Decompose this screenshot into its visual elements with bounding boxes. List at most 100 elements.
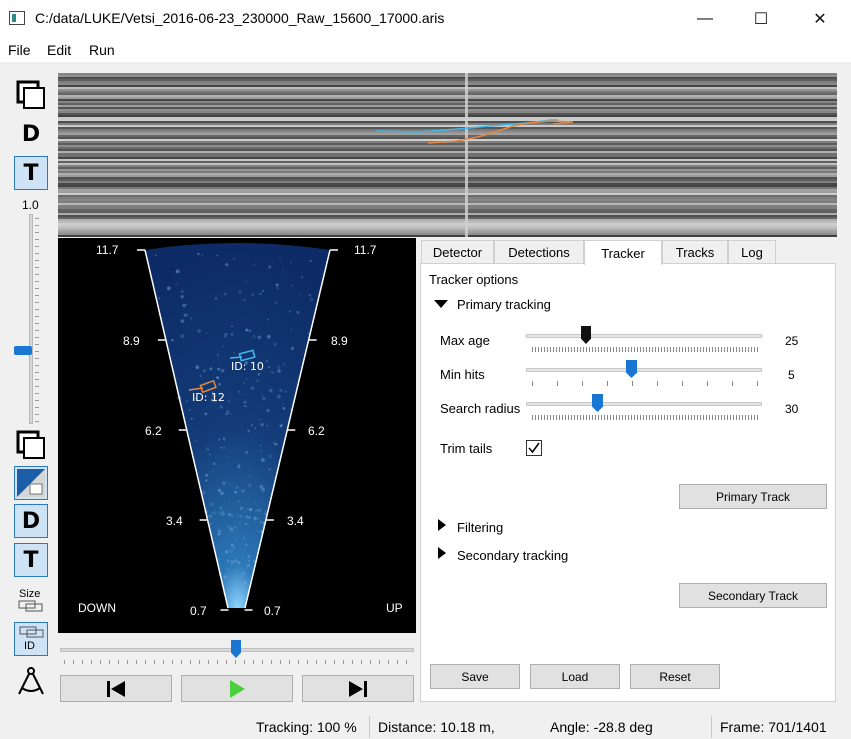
slider-tick [562,347,563,352]
slider-tick [334,660,335,664]
echogram-view[interactable] [58,73,837,237]
sonar-speckle [249,467,251,470]
slider-tick [559,347,560,352]
zoom-slider[interactable] [29,214,33,424]
sonar-speckle [233,257,235,260]
echogram-streak [58,209,837,211]
filtering-toggle[interactable] [438,519,446,531]
sonar-speckle [222,481,226,485]
detections-show-button[interactable]: D [14,504,48,538]
zoom-slider-handle[interactable] [14,346,32,355]
measure-tool-button[interactable] [14,664,48,698]
menu-edit[interactable]: Edit [47,42,71,58]
sonar-speckle [237,597,240,600]
max-age-label: Max age [440,333,490,348]
primary-track-button[interactable]: Primary Track [679,484,827,509]
slider-tick [667,415,668,420]
sonar-speckle [244,511,247,513]
slider-tick [688,415,689,420]
close-icon: ✕ [813,11,827,28]
sonar-speckle [252,559,256,563]
slider-tick [619,347,620,352]
slider-tick [679,347,680,352]
slider-tick [739,415,740,420]
next-frame-button[interactable] [302,675,414,702]
tracking-toggle-button[interactable]: T [14,156,48,190]
sonar-speckle [185,399,189,402]
menu-file[interactable]: File [8,42,31,58]
echogram-streak [58,205,837,207]
slider-tick [667,347,668,352]
slider-tick [35,351,39,352]
tab-log[interactable]: Log [728,240,776,264]
background-toggle-button[interactable] [14,78,48,112]
secondary-track-button[interactable]: Secondary Track [679,583,827,608]
close-button[interactable]: ✕ [797,0,843,38]
slider-tick [35,246,39,247]
slider-tick [571,347,572,352]
status-divider [369,716,370,738]
trim-tails-checkbox[interactable] [526,440,542,456]
max-age-slider[interactable] [526,334,762,338]
slider-tick [538,347,539,352]
load-button[interactable]: Load [530,664,620,689]
id-toggle-button[interactable]: ID [14,622,48,656]
echogram-streak [58,99,837,101]
sonar-speckle [180,334,184,338]
echogram-streak [58,127,837,129]
sonar-view[interactable]: ID: 10 ID: 12 11.7 8.9 6.2 3.4 0.7 11.7 … [58,238,416,633]
size-toggle-button[interactable]: Size [14,586,48,616]
sonar-speckle [256,379,259,382]
min-hits-slider[interactable] [526,368,762,372]
search-radius-slider[interactable] [526,402,762,406]
echogram-frame-marker[interactable] [465,73,468,237]
secondary-tracking-header[interactable]: Secondary tracking [457,548,568,563]
tab-tracker[interactable]: Tracker [584,240,662,265]
play-icon [230,679,245,698]
slider-tick [697,415,698,420]
slider-tick [625,415,626,420]
slider-tick [577,415,578,420]
sonar-speckle [255,521,257,523]
sonar-speckle [243,298,247,302]
sonar-speckle [228,392,230,394]
maximize-button[interactable]: ☐ [738,0,784,38]
tab-tracks[interactable]: Tracks [662,240,728,264]
primary-tracking-toggle[interactable] [434,300,448,308]
slider-tick [35,295,39,296]
sonar-speckle [267,366,271,369]
secondary-tracking-toggle[interactable] [438,547,446,559]
tab-detector[interactable]: Detector [421,240,494,264]
slider-tick [565,415,566,420]
menu-run[interactable]: Run [89,42,115,58]
slider-tick [751,347,752,352]
reset-button[interactable]: Reset [630,664,720,689]
slider-tick [370,660,371,664]
tracks-show-button[interactable]: T [14,543,48,577]
slider-tick [622,347,623,352]
sonar-speckle [260,444,262,447]
slider-tick [601,415,602,420]
primary-tracking-header[interactable]: Primary tracking [457,297,551,312]
sonar-speckle [231,412,233,415]
echogram-streak [58,81,837,83]
minimize-button[interactable]: — [682,0,728,38]
echogram-streak [58,101,837,103]
echogram-toggle-button[interactable] [14,466,48,500]
frame-slider-handle[interactable] [231,640,241,658]
echogram-streak [58,225,837,227]
play-button[interactable] [181,675,293,702]
slider-tick [557,381,558,386]
previous-frame-button[interactable] [60,675,172,702]
slider-tick [235,660,236,664]
sonar-speckle [260,423,264,427]
detection-toggle-button[interactable]: D [14,117,48,151]
background-sub-button[interactable] [14,428,48,462]
tab-detections[interactable]: Detections [494,240,584,264]
save-button[interactable]: Save [430,664,520,689]
filtering-header[interactable]: Filtering [457,520,503,535]
echogram-streak [58,179,837,181]
echogram-streak [58,115,837,117]
sonar-speckle [245,393,247,396]
slider-tick [35,302,39,303]
